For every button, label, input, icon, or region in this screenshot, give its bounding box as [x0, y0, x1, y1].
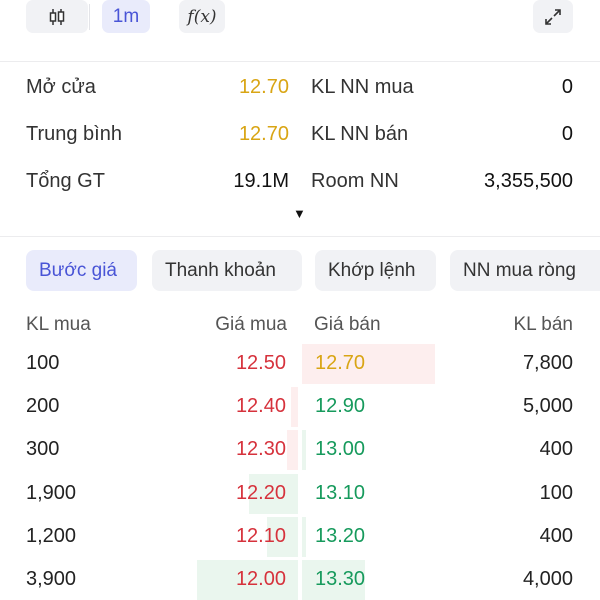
orderbook-row: 100 12.50 12.70 7,800 [0, 342, 600, 386]
orderbook-row: 1,900 12.20 13.10 100 [0, 472, 600, 516]
ask-price[interactable]: 13.30 [315, 568, 365, 591]
orderbook-row: 200 12.40 12.90 5,000 [0, 385, 600, 429]
bid-qty: 200 [26, 395, 60, 417]
stat-value: 12.70 [238, 76, 289, 98]
divider [0, 236, 600, 237]
divider [0, 61, 600, 62]
tab-matched-orders[interactable]: Khớp lệnh [315, 250, 436, 291]
bid-price[interactable]: 12.50 [236, 352, 286, 375]
bid-qty: 100 [26, 352, 60, 374]
function-icon: f(x) [187, 6, 217, 27]
ask-depth-bar [302, 517, 307, 557]
tab-label: Thanh khoản [165, 259, 276, 281]
orderbook-header: KL mua Giá mua Giá bán KL bán [0, 314, 600, 338]
interval-label: 1m [112, 5, 140, 27]
ask-qty: 4,000 [522, 568, 573, 590]
bid-qty: 300 [26, 438, 60, 460]
stat-row: Tổng GT 19.1M Room NN 3,355,500 [0, 160, 600, 204]
bid-depth-bar [286, 430, 298, 470]
bid-price[interactable]: 12.00 [236, 568, 286, 591]
orderbook-row: 3,900 12.00 13.30 4,000 [0, 558, 600, 600]
ask-price[interactable]: 12.70 [315, 352, 365, 375]
tab-liquidity[interactable]: Thanh khoản [152, 250, 302, 291]
stat-value: 12.70 [238, 123, 289, 145]
stat-value: 3,355,500 [484, 170, 573, 192]
stat-row: Trung bình 12.70 KL NN bán 0 [0, 113, 600, 157]
bid-price[interactable]: 12.30 [236, 438, 286, 461]
bid-qty: 3,900 [26, 568, 77, 590]
ask-qty: 5,000 [522, 395, 573, 417]
candlestick-icon [49, 8, 65, 25]
bid-price[interactable]: 12.40 [236, 395, 286, 418]
tab-label: Khớp lệnh [328, 259, 416, 281]
stat-value: 19.1M [233, 170, 289, 192]
column-header: Giá bán [314, 314, 381, 335]
ask-qty: 400 [539, 438, 573, 460]
bid-price[interactable]: 12.20 [236, 482, 286, 505]
ask-depth-bar [302, 430, 307, 470]
ask-qty: 400 [539, 525, 573, 547]
tab-price-step[interactable]: Bước giá [26, 250, 137, 291]
bid-qty: 1,200 [26, 525, 77, 547]
ask-qty: 7,800 [522, 352, 573, 374]
ask-price[interactable]: 13.20 [315, 525, 365, 548]
column-header: KL mua [26, 314, 91, 335]
stat-value: 0 [561, 76, 573, 98]
column-header: KL bán [513, 314, 573, 335]
chart-toolbar: 1m f(x) [0, 0, 600, 34]
column-header: Giá mua [215, 314, 287, 335]
ask-price[interactable]: 13.00 [315, 438, 365, 461]
ask-price[interactable]: 12.90 [315, 395, 365, 418]
stat-label: Mở cửa [26, 76, 96, 98]
stat-label: KL NN mua [311, 76, 414, 98]
stat-label: Trung bình [26, 123, 122, 145]
stat-value: 0 [561, 123, 573, 145]
tab-foreign-net-buy[interactable]: NN mua ròng [450, 250, 600, 291]
stat-label: KL NN bán [311, 123, 409, 145]
indicator-button[interactable]: f(x) [179, 0, 225, 33]
orderbook-row: 300 12.30 13.00 400 [0, 428, 600, 472]
ask-qty: 100 [539, 482, 573, 504]
tab-label: NN mua ròng [463, 259, 576, 281]
toolbar-divider [89, 4, 90, 30]
bid-price[interactable]: 12.10 [236, 525, 286, 548]
ask-price[interactable]: 13.10 [315, 482, 365, 505]
candlestick-button[interactable] [26, 0, 88, 33]
collapse-toggle-icon[interactable]: ▼ [293, 206, 306, 221]
fullscreen-button[interactable] [533, 0, 573, 33]
orderbook-row: 1,200 12.10 13.20 400 [0, 515, 600, 559]
bid-qty: 1,900 [26, 482, 77, 504]
tab-bar: Bước giá Thanh khoản Khớp lệnh NN mua rò… [0, 250, 600, 292]
bid-depth-bar [291, 387, 298, 427]
tab-label: Bước giá [39, 259, 117, 281]
stat-row: Mở cửa 12.70 KL NN mua 0 [0, 66, 600, 110]
expand-icon [545, 8, 561, 25]
stat-label: Room NN [311, 170, 399, 192]
stat-label: Tổng GT [26, 170, 105, 192]
interval-button[interactable]: 1m [102, 0, 150, 33]
